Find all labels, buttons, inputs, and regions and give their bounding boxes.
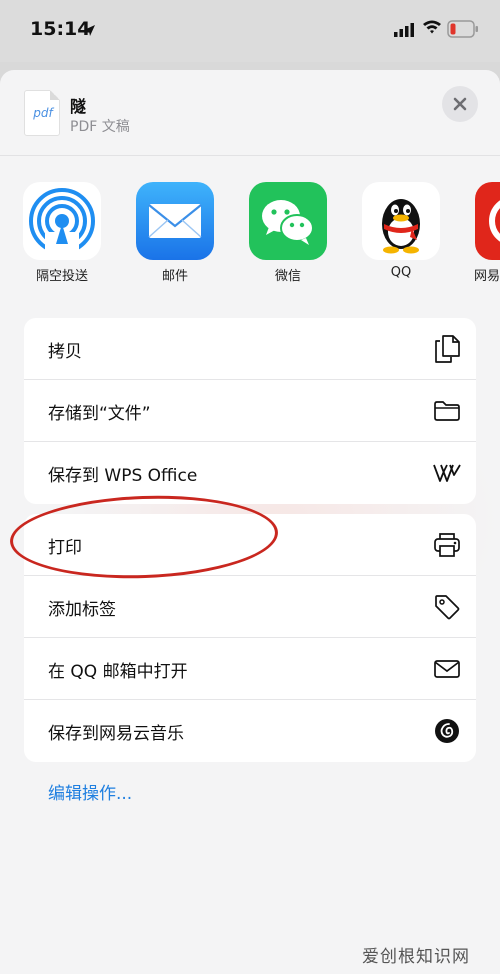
file-type: PDF 文稿 <box>70 119 130 135</box>
wechat-icon <box>249 182 327 260</box>
action-group-1: 拷贝 存储到“文件” 保存到 WPS Office <box>24 318 476 504</box>
close-icon <box>453 97 467 111</box>
app-airdrop[interactable]: 隔空投送 <box>22 182 102 284</box>
apps-row: 隔空投送 邮件 微信 QQ 网易 <box>0 182 500 292</box>
battery-icon <box>447 20 479 42</box>
airdrop-icon <box>23 182 101 260</box>
action-label: 添加标签 <box>48 600 116 620</box>
action-label: 存储到“文件” <box>48 404 151 424</box>
file-header: pdf 隧 PDF 文稿 <box>0 70 500 156</box>
watermark: 爱创根知识网 <box>362 947 470 967</box>
app-wechat[interactable]: 微信 <box>248 182 328 284</box>
app-label: 网易 <box>474 269 500 284</box>
copy-icon <box>432 334 462 364</box>
app-label: 微信 <box>274 269 301 284</box>
folder-icon <box>432 396 462 426</box>
status-bar: 15:14 <box>0 0 500 62</box>
action-save-to-wps[interactable]: 保存到 WPS Office <box>24 442 476 504</box>
action-save-to-files[interactable]: 存储到“文件” <box>24 380 476 442</box>
close-button[interactable] <box>442 86 478 122</box>
tag-icon <box>432 592 462 622</box>
pdf-file-icon: pdf <box>24 90 60 136</box>
wps-icon <box>432 458 462 488</box>
location-arrow-icon <box>83 22 96 41</box>
app-label: QQ <box>390 265 412 280</box>
action-label: 拷贝 <box>48 342 82 362</box>
action-add-tags[interactable]: 添加标签 <box>24 576 476 638</box>
app-mail[interactable]: 邮件 <box>135 182 215 284</box>
app-label: 邮件 <box>161 269 188 284</box>
action-label: 保存到 WPS Office <box>48 466 198 486</box>
envelope-icon <box>432 654 462 684</box>
mail-icon <box>136 182 214 260</box>
app-label: 隔空投送 <box>35 269 88 284</box>
edit-actions-link[interactable]: 编辑操作... <box>48 779 132 804</box>
pdf-icon-text: pdf <box>33 106 53 120</box>
qq-icon <box>362 182 440 260</box>
cellular-signal-icon <box>394 22 414 41</box>
printer-icon <box>432 530 462 560</box>
action-label: 保存到网易云音乐 <box>48 724 184 744</box>
action-copy[interactable]: 拷贝 <box>24 318 476 380</box>
action-open-in-qq-mail[interactable]: 在 QQ 邮箱中打开 <box>24 638 476 700</box>
action-save-to-netease-music[interactable]: 保存到网易云音乐 <box>24 700 476 762</box>
netease-icon <box>475 182 500 260</box>
wifi-icon <box>422 19 442 39</box>
app-netease[interactable]: 网易 <box>474 182 500 284</box>
action-label: 在 QQ 邮箱中打开 <box>48 662 188 682</box>
netease-music-icon <box>432 716 462 746</box>
app-qq[interactable]: QQ <box>361 182 441 280</box>
file-name: 隧 <box>70 97 87 116</box>
status-time: 15:14 <box>30 18 91 40</box>
